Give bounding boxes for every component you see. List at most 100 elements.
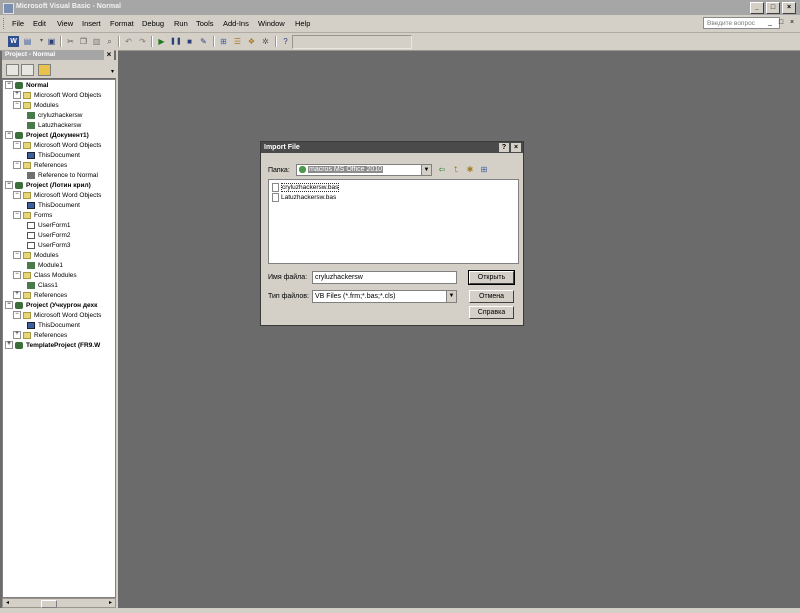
filetype-dropdown-icon[interactable]: ▼: [446, 291, 456, 302]
scroll-right-icon[interactable]: ▸: [106, 599, 115, 607]
tree-node[interactable]: + TemplateProject (FR9.W: [5, 341, 100, 350]
design-mode-icon[interactable]: ✎: [198, 36, 209, 47]
tree-node[interactable]: − Project (Лотин крил): [5, 181, 91, 190]
tree-node[interactable]: − Class Modules: [13, 271, 77, 280]
view-code-icon[interactable]: [6, 64, 19, 76]
tree-node[interactable]: − Modules: [13, 101, 59, 110]
toolbox-icon[interactable]: ✲: [260, 36, 271, 47]
collapse-icon[interactable]: −: [13, 311, 21, 320]
panel-toolbar-chevron-icon[interactable]: ▾: [111, 68, 114, 75]
filename-input[interactable]: cryluzhackersw: [312, 271, 457, 284]
tree-node[interactable]: ThisDocument: [27, 201, 80, 210]
paste-icon[interactable]: ▥: [91, 36, 102, 47]
tree-node[interactable]: − Normal: [5, 81, 48, 90]
tree-node[interactable]: − Project (Учкургон дехк: [5, 301, 97, 310]
collapse-icon[interactable]: −: [13, 191, 21, 200]
collapse-icon[interactable]: −: [5, 301, 13, 310]
file-item[interactable]: Latuzhackersw.bas: [272, 193, 336, 202]
tree-node[interactable]: − Microsoft Word Objects: [13, 191, 101, 200]
tree-node[interactable]: Module1: [27, 261, 63, 270]
find-icon[interactable]: ⌕: [104, 36, 115, 47]
tree-node[interactable]: UserForm3: [27, 241, 71, 250]
view-word-icon[interactable]: W: [8, 36, 19, 47]
menu-format[interactable]: Format: [110, 19, 134, 28]
help-button[interactable]: Справка: [469, 306, 514, 319]
collapse-icon[interactable]: −: [13, 251, 21, 260]
tree-node[interactable]: ThisDocument: [27, 151, 80, 160]
menu-view[interactable]: View: [57, 19, 73, 28]
copy-icon[interactable]: ❐: [78, 36, 89, 47]
tree-node[interactable]: − Microsoft Word Objects: [13, 311, 101, 320]
menu-edit[interactable]: Edit: [33, 19, 46, 28]
project-explorer-icon[interactable]: ⊞: [218, 36, 229, 47]
tree-node[interactable]: ThisDocument: [27, 321, 80, 330]
menu-run[interactable]: Run: [174, 19, 188, 28]
collapse-icon[interactable]: −: [13, 271, 21, 280]
tree-node[interactable]: cryluzhackersw: [27, 111, 82, 120]
tree-node[interactable]: − Forms: [13, 211, 52, 220]
folder-dropdown-icon[interactable]: ▼: [421, 165, 431, 175]
up-folder-icon[interactable]: ⮤: [451, 165, 461, 174]
open-button[interactable]: Открыть: [468, 270, 515, 285]
project-tree-hscrollbar[interactable]: ◂ ▸: [2, 598, 116, 608]
toggle-folders-icon[interactable]: [38, 64, 51, 76]
expand-icon[interactable]: +: [5, 341, 13, 350]
object-browser-icon[interactable]: ❖: [246, 36, 257, 47]
run-icon[interactable]: ▶: [156, 36, 167, 47]
tree-node[interactable]: UserForm1: [27, 221, 71, 230]
project-panel-close-button[interactable]: ×: [104, 50, 114, 60]
menu-add-ins[interactable]: Add-Ins: [223, 19, 249, 28]
collapse-icon[interactable]: −: [13, 211, 21, 220]
tree-node[interactable]: UserForm2: [27, 231, 71, 240]
expand-icon[interactable]: +: [13, 91, 21, 100]
cancel-button[interactable]: Отмена: [469, 290, 514, 303]
save-icon[interactable]: ▣: [46, 36, 57, 47]
view-menu-icon[interactable]: ⊞: [479, 165, 489, 174]
properties-icon[interactable]: ☰: [232, 36, 243, 47]
collapse-icon[interactable]: −: [13, 161, 21, 170]
filetype-select[interactable]: VB Files (*.frm;*.bas;*.cls) ▼: [312, 290, 457, 303]
menu-tools[interactable]: Tools: [196, 19, 214, 28]
menu-insert[interactable]: Insert: [82, 19, 101, 28]
reset-icon[interactable]: ■: [184, 36, 195, 47]
mdi-restore-button[interactable]: □: [776, 18, 786, 28]
close-button[interactable]: ×: [782, 2, 796, 14]
mdi-minimize-button[interactable]: _: [765, 18, 775, 28]
scroll-left-icon[interactable]: ◂: [3, 599, 12, 607]
tree-node[interactable]: Latuzhackersw: [27, 121, 81, 130]
break-icon[interactable]: ❚❚: [170, 36, 182, 47]
dialog-close-button[interactable]: ×: [511, 143, 521, 152]
view-object-icon[interactable]: [21, 64, 34, 76]
menu-help[interactable]: Help: [295, 19, 310, 28]
help-icon[interactable]: ?: [280, 36, 291, 47]
collapse-icon[interactable]: −: [5, 181, 13, 190]
cut-icon[interactable]: ✂: [65, 36, 76, 47]
tree-node[interactable]: Reference to Normal: [27, 171, 98, 180]
menu-debug[interactable]: Debug: [142, 19, 164, 28]
back-icon[interactable]: ⇦: [437, 165, 447, 174]
new-folder-icon[interactable]: ✱: [465, 165, 475, 174]
tree-node[interactable]: + Microsoft Word Objects: [13, 91, 101, 100]
file-item[interactable]: cryluzhackersw.bas: [272, 183, 340, 193]
collapse-icon[interactable]: −: [5, 131, 13, 140]
tree-node[interactable]: − Microsoft Word Objects: [13, 141, 101, 150]
undo-icon[interactable]: ↶: [123, 36, 134, 47]
menu-window[interactable]: Window: [258, 19, 285, 28]
minimize-button[interactable]: _: [750, 2, 764, 14]
menu-file[interactable]: File: [12, 19, 24, 28]
menu-grip[interactable]: [3, 18, 6, 29]
collapse-icon[interactable]: −: [13, 141, 21, 150]
scroll-thumb[interactable]: [41, 600, 57, 608]
tree-node[interactable]: − References: [13, 161, 67, 170]
tree-node[interactable]: − Modules: [13, 251, 59, 260]
mdi-close-button[interactable]: ×: [787, 18, 797, 28]
dialog-help-button[interactable]: ?: [499, 143, 509, 152]
expand-icon[interactable]: +: [13, 291, 21, 300]
collapse-icon[interactable]: −: [13, 101, 21, 110]
panel-splitter[interactable]: [116, 50, 118, 608]
expand-icon[interactable]: +: [13, 331, 21, 340]
tree-node[interactable]: Class1: [27, 281, 58, 290]
tree-node[interactable]: + References: [13, 331, 67, 340]
insert-module-icon[interactable]: ▤: [22, 36, 33, 47]
tree-node[interactable]: − Project (Документ1): [5, 131, 89, 140]
